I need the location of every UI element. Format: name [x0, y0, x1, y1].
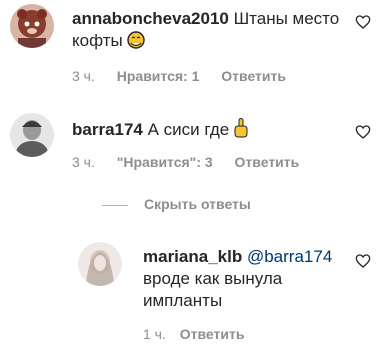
reply-button[interactable]: Ответить	[221, 68, 286, 84]
comment-text-line3: импланты	[143, 291, 223, 310]
like-heart-icon[interactable]	[355, 124, 371, 140]
likes-count[interactable]: Нравится: 1	[117, 68, 200, 84]
reply-button[interactable]: Ответить	[235, 154, 300, 170]
avatar[interactable]	[10, 4, 54, 48]
comment-text-body: А сиси где	[142, 120, 230, 139]
reply-button[interactable]: Ответить	[180, 326, 245, 342]
mention-link[interactable]: @barra174	[247, 247, 332, 266]
comment-text-line2: кофты	[72, 31, 123, 50]
comment-meta: 1 ч. Ответить	[143, 326, 262, 342]
divider-line	[102, 204, 128, 206]
comment-text: annaboncheva2010 Штаны место кофты	[72, 8, 343, 55]
avatar-image	[78, 242, 122, 286]
comment-text-line2: вроде как вынула	[143, 269, 283, 288]
hide-replies-button[interactable]: Скрыть ответы	[102, 196, 251, 212]
likes-count[interactable]: "Нравится": 3	[117, 154, 213, 170]
avatar[interactable]	[10, 113, 54, 157]
comment-time: 3 ч.	[72, 68, 95, 84]
hide-replies-label: Скрыть ответы	[144, 196, 251, 212]
comment-time: 3 ч.	[72, 154, 95, 170]
username[interactable]: mariana_klb	[143, 247, 242, 266]
comment-meta: 3 ч. Нравится: 1 Ответить	[72, 68, 304, 84]
comment-meta: 3 ч. "Нравится": 3 Ответить	[72, 154, 317, 170]
comment-time: 1 ч.	[143, 326, 166, 342]
username[interactable]: annaboncheva2010	[72, 9, 229, 28]
comment-text: barra174 А сиси где	[72, 118, 343, 144]
comment-text: mariana_klb @barra174 вроде как вынула и…	[143, 246, 343, 312]
avatar[interactable]	[78, 242, 122, 286]
avatar-image	[10, 4, 54, 48]
avatar-image	[10, 113, 54, 157]
username[interactable]: barra174	[72, 120, 143, 139]
face-with-hand-over-mouth-emoji	[127, 31, 146, 55]
pointing-up-emoji	[234, 118, 248, 144]
comment-text-line1: Штаны место	[228, 9, 340, 28]
like-heart-icon[interactable]	[355, 14, 371, 30]
like-heart-icon[interactable]	[355, 253, 371, 269]
